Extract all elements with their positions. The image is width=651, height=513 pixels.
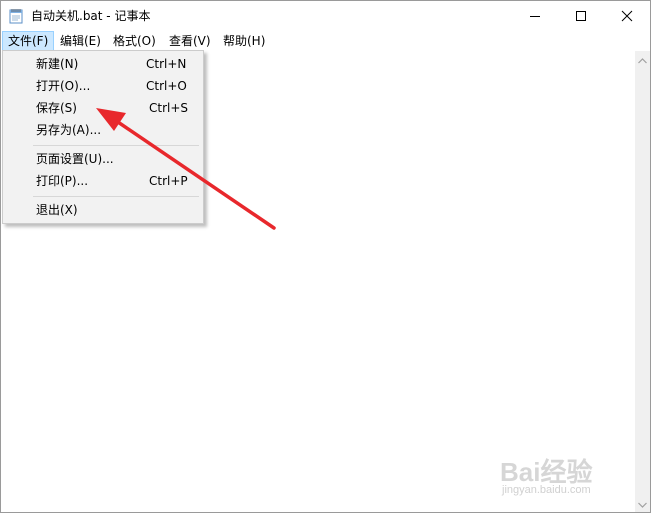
menu-item-label: 页面设置(U)... <box>36 152 114 166</box>
menu-item-page-setup[interactable]: 页面设置(U)... <box>6 148 200 170</box>
menu-item-open[interactable]: 打开(O)... Ctrl+O <box>6 75 200 97</box>
vertical-scrollbar[interactable] <box>635 51 650 512</box>
menu-item-exit[interactable]: 退出(X) <box>6 199 200 221</box>
minimize-button[interactable] <box>512 1 558 31</box>
menu-separator <box>33 196 199 197</box>
menu-item-print[interactable]: 打印(P)... Ctrl+P <box>6 170 200 192</box>
menu-item-new[interactable]: 新建(N) Ctrl+N <box>6 53 200 75</box>
menu-item-label: 新建(N) <box>36 57 79 71</box>
menu-item-label: 打印(P)... <box>36 174 89 188</box>
menu-item-save-as[interactable]: 另存为(A)... <box>6 119 200 141</box>
notepad-icon <box>9 8 23 24</box>
menu-bar: 文件(F) 编辑(E) 格式(O) 查看(V) 帮助(H) <box>1 31 650 51</box>
menu-item-label: 另存为(A)... <box>36 123 102 137</box>
title-bar[interactable]: 自动关机.bat - 记事本 <box>1 1 650 31</box>
close-button[interactable] <box>604 1 650 31</box>
menu-help[interactable]: 帮助(H) <box>218 32 270 50</box>
scroll-up-button[interactable] <box>635 51 650 68</box>
window-title: 自动关机.bat - 记事本 <box>31 9 151 23</box>
file-menu-dropdown: 新建(N) Ctrl+N 打开(O)... Ctrl+O 保存(S) Ctrl+… <box>2 50 204 224</box>
minimize-icon <box>529 10 541 22</box>
maximize-button[interactable] <box>558 1 604 31</box>
menu-item-shortcut: Ctrl+S <box>149 101 189 115</box>
menu-separator <box>33 145 199 146</box>
menu-item-save[interactable]: 保存(S) Ctrl+S <box>6 97 200 119</box>
close-icon <box>621 10 633 22</box>
menu-item-shortcut: Ctrl+P <box>149 174 188 188</box>
baidu-jingyan-watermark: Bai经验 jingyan.baidu.com <box>500 452 640 502</box>
menu-item-shortcut: Ctrl+O <box>146 79 187 93</box>
menu-item-label: 退出(X) <box>36 203 78 217</box>
menu-item-shortcut: Ctrl+N <box>146 57 187 71</box>
menu-file[interactable]: 文件(F) <box>2 31 55 51</box>
menu-item-label: 保存(S) <box>36 101 77 115</box>
maximize-icon <box>575 10 587 22</box>
menu-format[interactable]: 格式(O) <box>108 32 161 50</box>
menu-edit[interactable]: 编辑(E) <box>55 32 106 50</box>
menu-view[interactable]: 查看(V) <box>164 32 216 50</box>
watermark-url: jingyan.baidu.com <box>502 484 591 496</box>
menu-item-label: 打开(O)... <box>36 79 91 93</box>
chevron-up-icon <box>638 53 647 67</box>
